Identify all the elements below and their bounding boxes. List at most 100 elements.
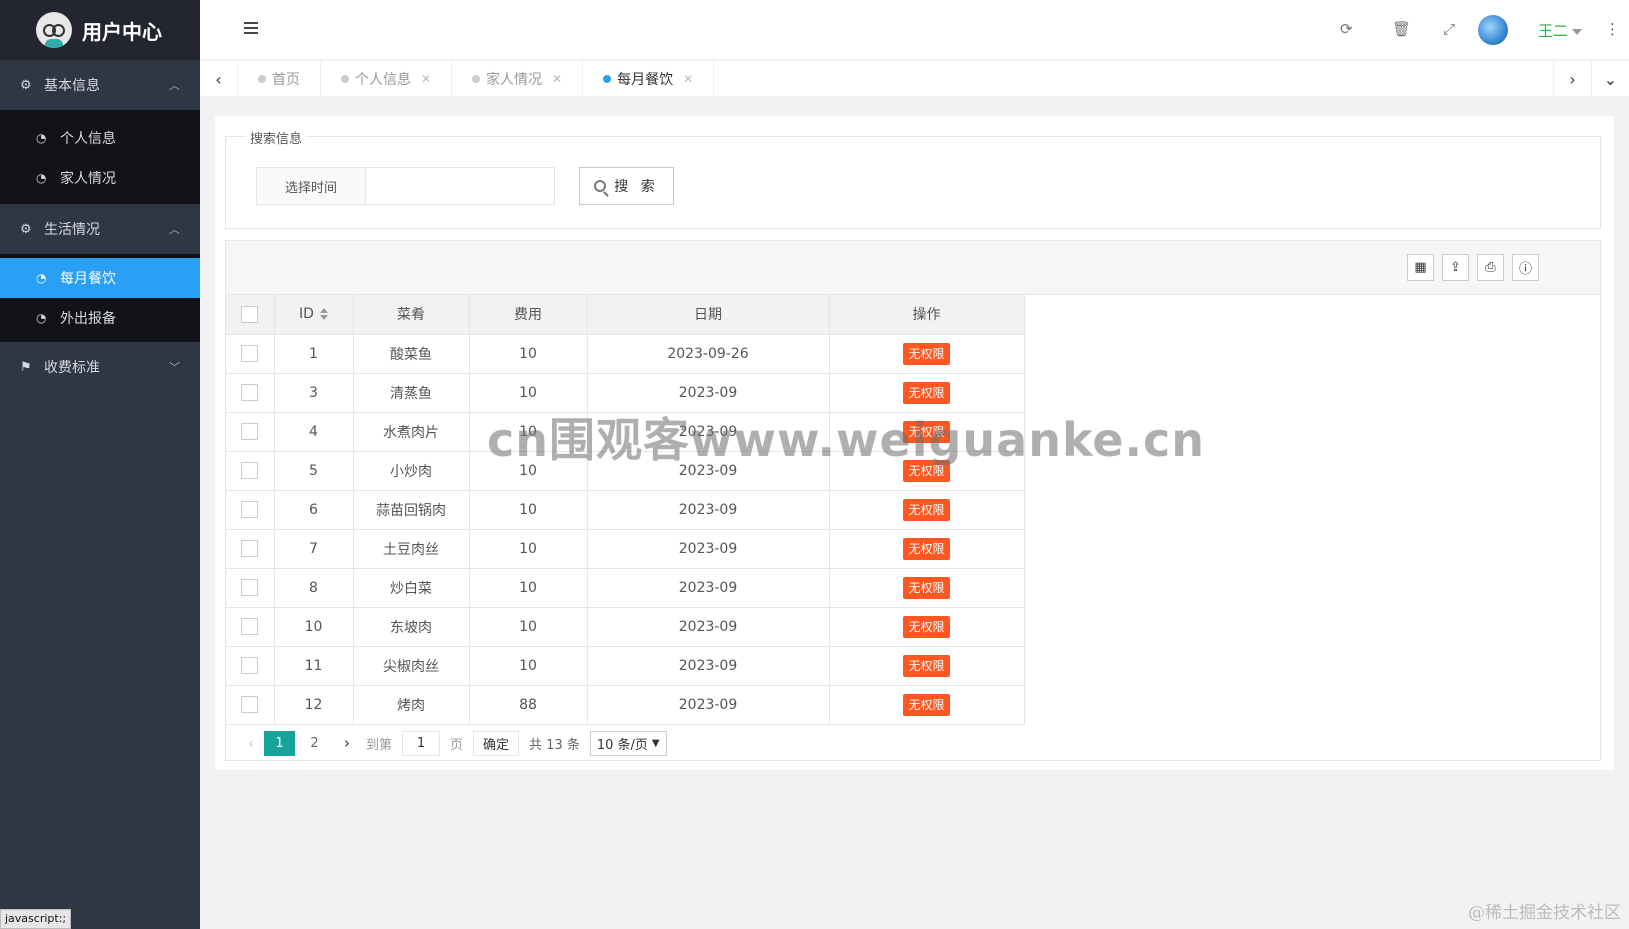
no-permission-badge[interactable]: 无权限	[903, 381, 950, 404]
page-1[interactable]: 1	[264, 730, 295, 756]
cell-date: 2023-09	[587, 529, 830, 569]
sidebar-group-living[interactable]: ⚙ 生活情况 ︿	[0, 204, 200, 254]
cell-dish: 炒白菜	[353, 568, 470, 608]
refresh-icon[interactable]: ⟳	[1340, 20, 1353, 38]
select-all-cell[interactable]	[226, 295, 275, 335]
search-button[interactable]: 搜 索	[579, 167, 674, 205]
select-all-checkbox[interactable]	[241, 305, 259, 323]
row-checkbox[interactable]	[241, 618, 259, 635]
cell-action: 无权限	[829, 646, 1025, 686]
sidebar-item-outing-report[interactable]: ◔ 外出报备	[0, 298, 200, 338]
prev-page-icon[interactable]: ‹	[238, 734, 264, 752]
tab-monthly-meals[interactable]: 每月餐饮 ✕	[583, 61, 715, 97]
row-select-cell[interactable]	[226, 490, 275, 530]
user-avatar[interactable]	[1478, 15, 1508, 45]
browser-status-tip: javascript:;	[0, 909, 72, 929]
row-select-cell[interactable]	[226, 607, 275, 647]
cell-cost: 10	[469, 334, 588, 374]
next-page-icon[interactable]: ›	[334, 734, 360, 752]
page-unit-label: 页	[450, 737, 464, 753]
trash-icon[interactable]: 🗑	[1392, 20, 1411, 38]
print-icon[interactable]: ⎙	[1477, 254, 1504, 281]
tab-personal-info[interactable]: 个人信息 ✕	[321, 61, 453, 97]
row-checkbox[interactable]	[241, 462, 259, 479]
tab-family[interactable]: 家人情况 ✕	[452, 61, 584, 97]
sidebar-item-family[interactable]: ◔ 家人情况	[0, 158, 200, 198]
table-row: 10 东坡肉 10 2023-09 无权限	[226, 607, 1025, 647]
columns-icon[interactable]: ▦	[1407, 254, 1434, 281]
gears-icon: ⚙	[20, 77, 32, 93]
close-icon[interactable]: ✕	[683, 72, 693, 86]
sidebar-item-monthly-meals[interactable]: ◔ 每月餐饮	[0, 258, 200, 298]
menu-toggle-icon[interactable]	[244, 22, 258, 36]
dashboard-icon: ◔	[36, 311, 47, 325]
tab-label: 家人情况	[486, 72, 543, 88]
tab-dot	[603, 75, 612, 83]
no-permission-badge[interactable]: 无权限	[903, 576, 950, 599]
column-header-action: 操作	[829, 295, 1025, 335]
time-input[interactable]	[366, 167, 555, 205]
page-2[interactable]: 2	[299, 731, 330, 756]
row-checkbox[interactable]	[241, 423, 259, 440]
row-select-cell[interactable]	[226, 529, 275, 569]
row-select-cell[interactable]	[226, 451, 275, 491]
column-header-date: 日期	[587, 295, 830, 335]
cell-dish: 土豆肉丝	[353, 529, 470, 569]
row-checkbox[interactable]	[241, 657, 259, 674]
flag-icon: ⚑	[20, 359, 32, 375]
sidebar: 用户中心 ⚙ 基本信息 ︿ ◔ 个人信息 ◔ 家人情况 ⚙ 生活情况 ︿ ◔ 每…	[0, 0, 200, 929]
row-select-cell[interactable]	[226, 646, 275, 686]
cell-date: 2023-09	[587, 685, 830, 725]
info-icon[interactable]: ⓘ	[1512, 254, 1539, 281]
tabs-menu-chevron-down-icon[interactable]: ⌄	[1591, 61, 1629, 97]
fullscreen-icon[interactable]: ⤢	[1443, 20, 1455, 38]
sidebar-item-personal-info[interactable]: ◔ 个人信息	[0, 118, 200, 158]
watermark-text: cn围观客www.weiguanke.cn	[487, 413, 1206, 467]
column-label: ID	[299, 306, 314, 323]
cell-id: 6	[274, 490, 354, 530]
tabs-scroll-right-icon[interactable]: ›	[1553, 61, 1591, 97]
export-icon[interactable]: ⇪	[1442, 254, 1469, 281]
sidebar-group-fees[interactable]: ⚑ 收费标准 ﹀	[0, 342, 200, 392]
table-toolbar: ▦ ⇪ ⎙ ⓘ	[226, 241, 1600, 295]
more-vertical-icon[interactable]: ⋮	[1605, 20, 1620, 38]
sidebar-group-basic-info[interactable]: ⚙ 基本信息 ︿	[0, 60, 200, 110]
row-select-cell[interactable]	[226, 334, 275, 374]
column-header-id[interactable]: ID	[274, 295, 354, 335]
page-size-select[interactable]: 10 条/页 ▼	[589, 730, 667, 756]
tab-home[interactable]: 首页	[238, 61, 321, 97]
no-permission-badge[interactable]: 无权限	[903, 615, 950, 638]
no-permission-badge[interactable]: 无权限	[903, 342, 950, 365]
row-select-cell[interactable]	[226, 373, 275, 413]
no-permission-badge[interactable]: 无权限	[903, 498, 950, 521]
cell-id: 1	[274, 334, 354, 374]
row-select-cell[interactable]	[226, 685, 275, 725]
row-select-cell[interactable]	[226, 568, 275, 608]
row-checkbox[interactable]	[241, 696, 259, 713]
table-row: 12 烤肉 88 2023-09 无权限	[226, 685, 1025, 725]
table-row: 11 尖椒肉丝 10 2023-09 无权限	[226, 646, 1025, 686]
tab-list: 首页 个人信息 ✕ 家人情况 ✕ 每月餐饮 ✕	[238, 61, 715, 97]
cell-id: 12	[274, 685, 354, 725]
row-checkbox[interactable]	[241, 345, 259, 362]
row-checkbox[interactable]	[241, 540, 259, 557]
cell-dish: 水煮肉片	[353, 412, 470, 452]
no-permission-badge[interactable]: 无权限	[903, 654, 950, 677]
row-select-cell[interactable]	[226, 412, 275, 452]
tabs-scroll-left-icon[interactable]: ‹	[200, 61, 238, 97]
row-checkbox[interactable]	[241, 384, 259, 401]
cell-id: 4	[274, 412, 354, 452]
row-checkbox[interactable]	[241, 579, 259, 596]
close-icon[interactable]: ✕	[552, 72, 562, 86]
sort-icon[interactable]	[319, 308, 328, 321]
goto-page-input[interactable]: 1	[402, 730, 441, 756]
corner-watermark: @稀土掘金技术社区	[1468, 903, 1621, 923]
app-logo[interactable]: 用户中心	[0, 0, 200, 60]
user-menu[interactable]: 王二	[1538, 20, 1583, 41]
no-permission-badge[interactable]: 无权限	[903, 693, 950, 716]
close-icon[interactable]: ✕	[421, 72, 431, 86]
tab-label: 每月餐饮	[617, 72, 674, 88]
no-permission-badge[interactable]: 无权限	[903, 537, 950, 560]
row-checkbox[interactable]	[241, 501, 259, 518]
goto-confirm-button[interactable]: 确定	[473, 730, 520, 756]
